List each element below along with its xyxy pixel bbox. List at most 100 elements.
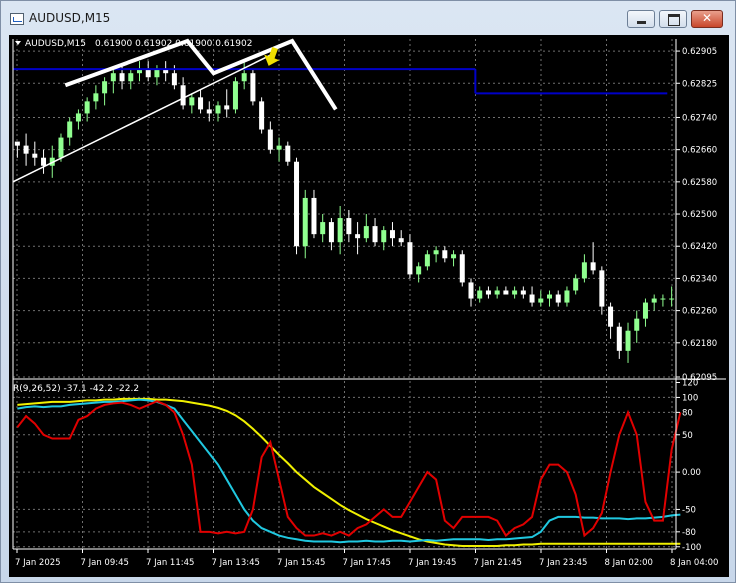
price-tick-label: 0.62260 bbox=[682, 307, 717, 317]
time-tick-label: 7 Jan 2025 bbox=[15, 558, 61, 568]
candle-body bbox=[320, 222, 326, 235]
indicator-tick-label: 120 bbox=[682, 378, 698, 388]
candle-body bbox=[241, 73, 247, 82]
candle-body bbox=[407, 242, 413, 275]
candle-body bbox=[616, 326, 622, 351]
time-tick-label: 7 Jan 23:45 bbox=[539, 558, 587, 568]
ohlc-values: 0.61900 0.61902 0.61900 0.61902 bbox=[95, 39, 252, 49]
price-tick-label: 0.62825 bbox=[682, 79, 717, 89]
candle-body bbox=[503, 290, 509, 295]
candle-body bbox=[355, 234, 361, 239]
indicator-grid bbox=[13, 381, 676, 549]
candle-body bbox=[110, 73, 116, 82]
chart-window-icon bbox=[10, 13, 24, 25]
candle-body bbox=[337, 218, 343, 243]
candle-body bbox=[459, 254, 465, 283]
candle-body bbox=[93, 93, 99, 102]
candle-body bbox=[547, 294, 553, 299]
candle-body bbox=[67, 121, 73, 138]
candle-body bbox=[608, 306, 614, 327]
trendline-thin bbox=[12, 52, 276, 183]
candle-body bbox=[389, 230, 395, 239]
candle-body bbox=[642, 302, 648, 319]
candle-body bbox=[381, 230, 387, 243]
candle-body bbox=[224, 105, 230, 110]
candle-body bbox=[23, 145, 29, 154]
candle-body bbox=[311, 197, 317, 235]
time-tick-label: 7 Jan 11:45 bbox=[146, 558, 194, 568]
candle-body bbox=[660, 298, 666, 300]
candle-body bbox=[171, 73, 177, 86]
candle-body bbox=[398, 238, 404, 243]
candle-body bbox=[119, 73, 125, 82]
candle-body bbox=[189, 97, 195, 106]
indicator-tick-label: 0.00 bbox=[682, 468, 701, 478]
time-tick-label: 7 Jan 15:45 bbox=[277, 558, 325, 568]
chart-window: AUDUSD,M15 ✕ 0.62905 0.62825 0.62740 0.6266… bbox=[0, 0, 736, 583]
price-tick-label: 0.62580 bbox=[682, 178, 717, 188]
candle-body bbox=[58, 137, 64, 158]
indicator-tick-label: -50 bbox=[682, 505, 696, 515]
candle-body bbox=[564, 290, 570, 303]
candles bbox=[14, 61, 675, 363]
candle-body bbox=[302, 197, 308, 247]
price-tick-label: 0.62340 bbox=[682, 274, 717, 284]
candle-body bbox=[276, 145, 282, 150]
candle-body bbox=[232, 81, 238, 110]
candle-body bbox=[433, 250, 439, 255]
chart-svg[interactable]: 0.62905 0.62825 0.62740 0.62660 0.62580 0.625… bbox=[9, 35, 729, 577]
title-bar[interactable]: AUDUSD,M15 ✕ bbox=[1, 1, 735, 35]
price-grid bbox=[13, 39, 676, 378]
candle-body bbox=[198, 97, 204, 110]
time-tick-label: 7 Jan 21:45 bbox=[474, 558, 522, 568]
candle-body bbox=[651, 298, 657, 303]
time-tick-label: 7 Jan 09:45 bbox=[81, 558, 129, 568]
candle-body bbox=[102, 81, 108, 94]
candle-body bbox=[346, 218, 352, 235]
candle-body bbox=[75, 113, 81, 122]
candle-body bbox=[41, 157, 47, 166]
time-tick-label: 7 Jan 17:45 bbox=[343, 558, 391, 568]
axes: 0.62905 0.62825 0.62740 0.62660 0.62580 0.625… bbox=[12, 39, 726, 568]
candle-body bbox=[669, 298, 675, 300]
chart-area[interactable]: 0.62905 0.62825 0.62740 0.62660 0.62580 0.625… bbox=[9, 35, 729, 577]
candle-body bbox=[416, 266, 422, 275]
candle-body bbox=[294, 161, 300, 247]
maximize-button[interactable] bbox=[659, 10, 687, 28]
symbol-header: AUDUSD,M15 0.61900 0.61902 0.61900 0.619… bbox=[15, 39, 252, 49]
candle-body bbox=[32, 153, 38, 158]
candle-body bbox=[328, 222, 334, 243]
candle-body bbox=[442, 250, 448, 259]
price-tick-label: 0.62180 bbox=[682, 339, 717, 349]
maximize-icon bbox=[660, 11, 686, 27]
candle-body bbox=[494, 290, 500, 295]
time-tick-label: 8 Jan 04:00 bbox=[670, 558, 718, 568]
indicator-tick-label: -80 bbox=[682, 528, 696, 538]
time-tick-label: 8 Jan 02:00 bbox=[605, 558, 653, 568]
candle-body bbox=[520, 290, 526, 295]
candle-body bbox=[451, 254, 457, 259]
candle-body bbox=[581, 262, 587, 279]
time-tick-label: 7 Jan 13:45 bbox=[212, 558, 260, 568]
dropdown-triangle-icon[interactable] bbox=[15, 41, 21, 45]
candle-body bbox=[84, 101, 90, 114]
fast-indicator-line bbox=[16, 400, 682, 538]
minimize-button[interactable] bbox=[627, 10, 655, 28]
candle-body bbox=[538, 298, 544, 303]
price-tick-label: 0.62905 bbox=[682, 47, 717, 57]
close-icon: ✕ bbox=[701, 11, 713, 25]
indicator-tick-label: -100 bbox=[682, 543, 701, 553]
candle-body bbox=[424, 254, 430, 267]
price-tick-label: 0.62420 bbox=[682, 242, 717, 252]
candle-body bbox=[206, 109, 212, 114]
candle-body bbox=[625, 330, 631, 351]
candle-body bbox=[180, 85, 186, 106]
candle-body bbox=[14, 141, 20, 146]
close-button[interactable]: ✕ bbox=[691, 10, 723, 28]
candle-body bbox=[468, 282, 474, 299]
minimize-icon bbox=[628, 11, 654, 27]
candle-body bbox=[215, 105, 221, 114]
indicator-tick-label: 80 bbox=[682, 408, 693, 418]
candle-body bbox=[485, 290, 491, 295]
window-title: AUDUSD,M15 bbox=[29, 11, 111, 25]
